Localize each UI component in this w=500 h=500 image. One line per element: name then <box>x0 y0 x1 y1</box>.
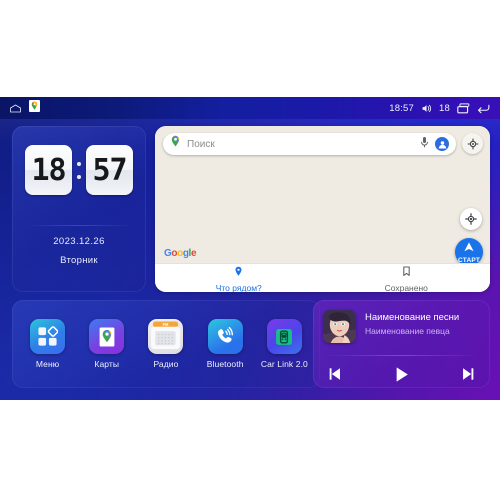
microphone-icon[interactable] <box>420 135 429 153</box>
tab-saved[interactable]: Сохранено <box>323 264 491 293</box>
bluetooth-phone-icon <box>207 319 243 354</box>
google-maps-widget[interactable]: Поиск СТАРТ Google Что рядом? Сохранено <box>155 126 490 292</box>
apps-grid-icon <box>30 319 66 354</box>
app-car-link-label: Car Link 2.0 <box>260 359 308 369</box>
navigation-arrow-icon <box>463 240 475 258</box>
status-bar: 18:57 18 <box>0 97 500 119</box>
app-maps[interactable]: Карты <box>82 319 132 369</box>
music-title: Наименование песни <box>365 312 460 323</box>
map-layers-icon[interactable] <box>462 133 483 154</box>
clock-hours: 18 <box>25 145 72 195</box>
music-player-widget[interactable]: Наименование песни Наименование певца <box>313 300 490 388</box>
app-menu[interactable]: Меню <box>23 319 73 369</box>
clock-colon <box>76 161 82 179</box>
account-avatar-icon[interactable] <box>435 137 449 151</box>
maps-pin-icon <box>170 135 181 153</box>
start-navigation-button[interactable]: СТАРТ <box>455 238 483 266</box>
home-outline-icon[interactable] <box>9 103 22 114</box>
app-bluetooth-label: Bluetooth <box>206 359 244 369</box>
tab-nearby[interactable]: Что рядом? <box>155 264 323 293</box>
bookmark-icon <box>402 264 411 282</box>
back-arrow-icon[interactable] <box>477 103 490 114</box>
recent-apps-icon[interactable] <box>457 102 470 114</box>
location-pin-icon <box>234 264 243 282</box>
status-time: 18:57 <box>389 102 415 114</box>
clock-minutes: 57 <box>86 145 133 195</box>
map-bottom-tabs: Что рядом? Сохранено <box>155 263 490 292</box>
car-link-icon <box>266 319 302 354</box>
map-search-placeholder[interactable]: Поиск <box>187 139 414 150</box>
google-letter: e <box>190 248 197 259</box>
previous-track-button[interactable] <box>327 366 343 382</box>
app-menu-label: Меню <box>35 359 60 369</box>
flip-clock: 18 57 <box>12 145 146 195</box>
clock-weekday: Вторник <box>60 255 98 266</box>
clock-widget[interactable]: 18 57 2023.12.26 Вторник <box>12 126 146 292</box>
app-dock: Меню Карты FM Радио Bluetooth Car Link 2… <box>12 300 320 388</box>
radio-icon: FM <box>148 319 184 354</box>
my-location-icon[interactable] <box>460 208 482 230</box>
app-radio[interactable]: FM Радио <box>141 319 191 369</box>
clock-divider <box>26 225 132 226</box>
music-controls <box>327 362 476 386</box>
music-divider <box>325 355 478 356</box>
album-art <box>323 310 356 343</box>
svg-text:FM: FM <box>163 322 169 327</box>
tab-saved-label: Сохранено <box>384 282 428 293</box>
status-bar-right: 18:57 18 <box>389 103 500 114</box>
play-button[interactable] <box>392 365 411 384</box>
google-maps-icon <box>89 319 125 354</box>
google-maps-icon[interactable] <box>29 99 40 117</box>
app-radio-label: Радио <box>153 359 179 369</box>
map-search-bar[interactable]: Поиск <box>163 133 456 155</box>
app-maps-label: Карты <box>94 359 120 369</box>
music-track-info: Наименование песни Наименование певца <box>323 310 480 343</box>
google-logo: Google <box>164 248 197 259</box>
app-bluetooth[interactable]: Bluetooth <box>200 319 250 369</box>
tab-nearby-label: Что рядом? <box>215 282 262 293</box>
app-car-link[interactable]: Car Link 2.0 <box>259 319 309 369</box>
volume-level: 18 <box>439 102 450 114</box>
clock-date: 2023.12.26 <box>53 236 105 247</box>
next-track-button[interactable] <box>460 366 476 382</box>
music-meta: Наименование песни Наименование певца <box>365 310 459 336</box>
car-head-unit-home-screen: 18:57 18 18 57 2023.12.26 Вторник Поиск … <box>0 97 500 400</box>
volume-icon[interactable] <box>421 103 432 114</box>
status-bar-left <box>0 99 40 117</box>
music-artist: Наименование певца <box>365 326 450 336</box>
